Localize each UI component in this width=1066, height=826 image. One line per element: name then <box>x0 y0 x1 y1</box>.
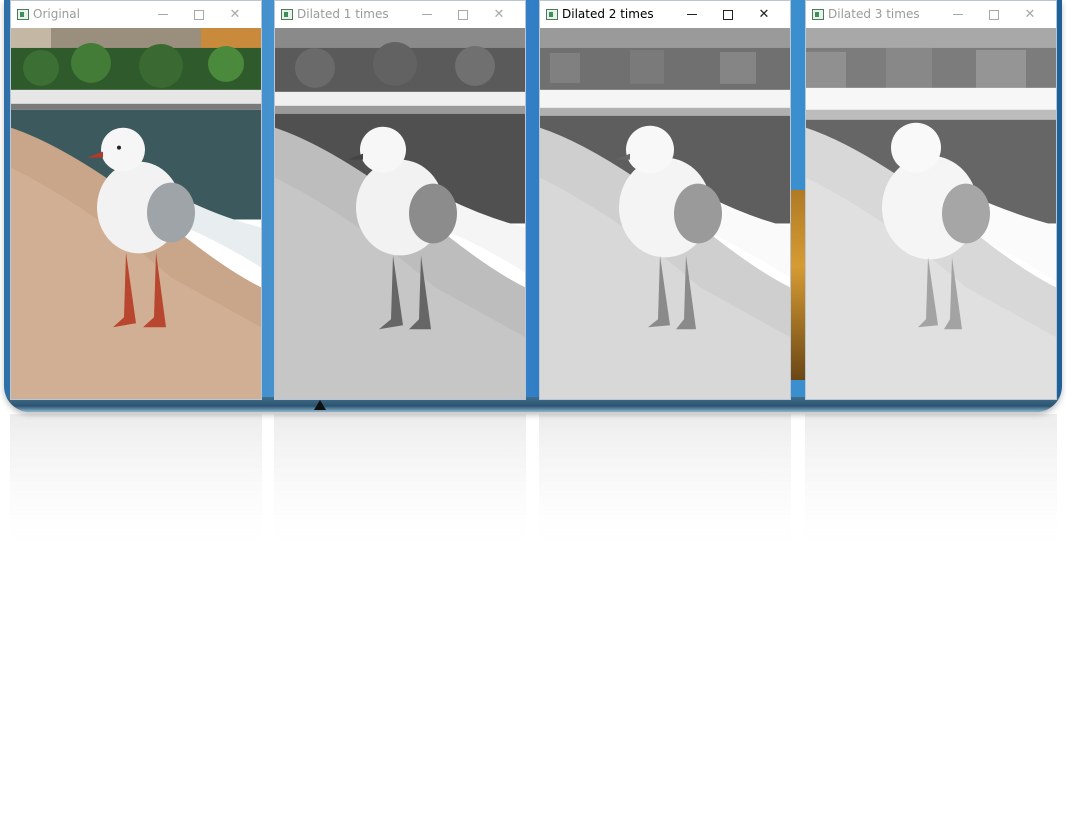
maximize-icon <box>723 9 733 20</box>
minimize-button[interactable] <box>674 1 710 28</box>
close-icon: ✕ <box>1024 7 1036 22</box>
close-button[interactable]: ✕ <box>1012 1 1048 28</box>
window-title: Original <box>33 7 80 21</box>
app-icon <box>17 9 29 20</box>
reflection-panel <box>274 414 526 544</box>
window-title: Dilated 1 times <box>297 7 389 21</box>
screenshot-reflection <box>4 414 1062 544</box>
window-original[interactable]: Original ✕ <box>10 0 262 400</box>
window-title: Dilated 2 times <box>562 7 654 21</box>
cursor-icon <box>314 400 326 410</box>
reflection-panel <box>10 414 262 544</box>
reflection-panel <box>805 414 1057 544</box>
image-canvas-dilated-3 <box>806 28 1056 399</box>
maximize-icon <box>194 9 204 20</box>
close-icon: ✕ <box>493 7 505 22</box>
app-icon <box>546 9 558 20</box>
close-button[interactable]: ✕ <box>481 1 517 28</box>
window-title: Dilated 3 times <box>828 7 920 21</box>
maximize-button[interactable] <box>976 1 1012 28</box>
desktop-area: Original ✕ Dilated 1 times ✕ Dilated 2 t… <box>4 0 1062 412</box>
close-button[interactable]: ✕ <box>217 1 253 28</box>
minimize-button[interactable] <box>940 1 976 28</box>
maximize-button[interactable] <box>710 1 746 28</box>
image-canvas-dilated-2 <box>540 28 790 399</box>
app-icon <box>812 9 824 20</box>
window-title-bar[interactable]: Original ✕ <box>11 1 261 28</box>
close-icon: ✕ <box>229 7 241 22</box>
close-button[interactable]: ✕ <box>746 1 782 28</box>
app-icon <box>281 9 293 20</box>
minimize-icon <box>158 14 168 15</box>
minimize-icon <box>687 14 697 15</box>
window-title-bar[interactable]: Dilated 2 times ✕ <box>540 1 790 28</box>
minimize-icon <box>422 14 432 15</box>
minimize-icon <box>953 14 963 15</box>
window-title-bar[interactable]: Dilated 1 times ✕ <box>275 1 525 28</box>
close-icon: ✕ <box>758 7 770 22</box>
maximize-button[interactable] <box>181 1 217 28</box>
maximize-button[interactable] <box>445 1 481 28</box>
maximize-icon <box>989 9 999 20</box>
maximize-icon <box>458 9 468 20</box>
minimize-button[interactable] <box>145 1 181 28</box>
window-title-bar[interactable]: Dilated 3 times ✕ <box>806 1 1056 28</box>
window-dilated-3[interactable]: Dilated 3 times ✕ <box>805 0 1057 400</box>
window-dilated-1[interactable]: Dilated 1 times ✕ <box>274 0 526 400</box>
window-dilated-2[interactable]: Dilated 2 times ✕ <box>539 0 791 400</box>
image-canvas-original <box>11 28 261 399</box>
minimize-button[interactable] <box>409 1 445 28</box>
reflection-panel <box>539 414 791 544</box>
image-canvas-dilated-1 <box>275 28 525 399</box>
